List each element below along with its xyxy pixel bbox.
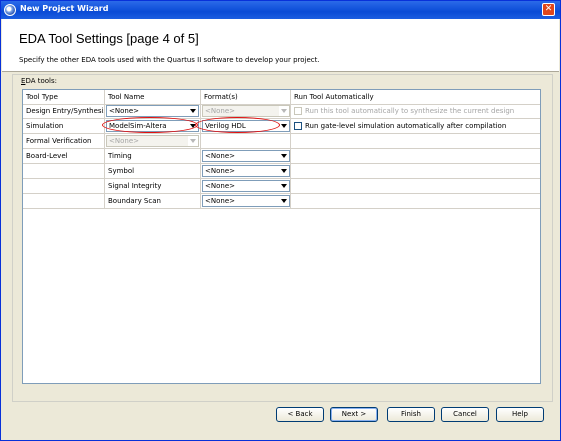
tool-type-cell: Design Entry/Synthesis [23, 104, 105, 118]
tool-type-cell [23, 194, 105, 208]
table-row: Signal Integrity <None> [23, 179, 540, 194]
format-value: <None> [205, 167, 235, 175]
next-button[interactable]: Next > [330, 407, 378, 422]
eda-tools-label: EDA tools: [21, 77, 57, 85]
close-button[interactable]: ✕ [542, 3, 555, 16]
column-header-tool-type: Tool Type [23, 90, 105, 104]
cancel-button[interactable]: Cancel [441, 407, 489, 422]
wizard-header: EDA Tool Settings [page 4 of 5] Specify … [2, 19, 559, 72]
tool-type-cell [23, 179, 105, 193]
new-project-wizard-window: New Project Wizard ✕ EDA Tool Settings [… [0, 0, 561, 441]
chevron-down-icon[interactable] [279, 166, 289, 176]
format-dropdown[interactable]: <None> [202, 150, 290, 162]
column-header-formats: Format(s) [201, 90, 291, 104]
table-row: Symbol <None> [23, 164, 540, 179]
finish-button[interactable]: Finish [387, 407, 435, 422]
tool-type-cell: Simulation [23, 119, 105, 133]
quartus-app-icon [4, 4, 16, 16]
column-header-run-tool: Run Tool Automatically [291, 90, 540, 104]
column-header-tool-name: Tool Name [105, 90, 201, 104]
chevron-down-icon[interactable] [279, 121, 289, 131]
table-row: Design Entry/Synthesis <None> <None> Run… [23, 104, 540, 119]
tool-name-cell: Boundary Scan [105, 194, 201, 208]
format-dropdown[interactable]: <None> [202, 105, 290, 117]
tool-name-cell: Symbol [105, 164, 201, 178]
format-dropdown[interactable]: <None> [202, 195, 290, 207]
tool-type-cell: Board-Level [23, 149, 105, 163]
chevron-down-icon[interactable] [279, 151, 289, 161]
run-automatically-checkbox[interactable] [294, 107, 302, 115]
highlight-ellipse-tool [102, 117, 198, 133]
run-automatically-label: Run gate-level simulation automatically … [305, 122, 507, 130]
highlight-ellipse-format [195, 117, 280, 133]
tool-name-cell: Timing [105, 149, 201, 163]
eda-tools-table: Tool Type Tool Name Format(s) Run Tool A… [22, 89, 541, 384]
tool-name-value: <None> [109, 137, 139, 145]
back-button[interactable]: < Back [276, 407, 324, 422]
table-row: Boundary Scan <None> [23, 194, 540, 209]
run-automatically-checkbox[interactable] [294, 122, 302, 130]
chevron-down-icon [279, 106, 289, 116]
format-value: <None> [205, 107, 235, 115]
help-button[interactable]: Help [496, 407, 544, 422]
chevron-down-icon[interactable] [188, 106, 198, 116]
tool-name-value: <None> [109, 107, 139, 115]
table-row: Formal Verification <None> [23, 134, 540, 149]
tool-type-cell: Formal Verification [23, 134, 105, 148]
page-title: EDA Tool Settings [page 4 of 5] [19, 31, 199, 46]
chevron-down-icon [188, 136, 198, 146]
chevron-down-icon[interactable] [279, 196, 289, 206]
close-icon: ✕ [544, 4, 553, 14]
eda-tools-label-rest: DA tools: [25, 77, 57, 85]
window-title: New Project Wizard [20, 4, 109, 13]
format-dropdown[interactable]: <None> [202, 165, 290, 177]
tool-name-dropdown[interactable]: <None> [106, 105, 199, 117]
table-header-row: Tool Type Tool Name Format(s) Run Tool A… [23, 90, 540, 105]
page-description: Specify the other EDA tools used with th… [19, 56, 320, 64]
table-row: Simulation ModelSim-Altera Verilog HDL R… [23, 119, 540, 134]
title-bar[interactable]: New Project Wizard ✕ [1, 1, 560, 19]
tool-name-cell: Signal Integrity [105, 179, 201, 193]
format-dropdown[interactable]: <None> [202, 180, 290, 192]
tool-name-dropdown[interactable]: <None> [106, 135, 199, 147]
table-row: Board-Level Timing <None> [23, 149, 540, 164]
format-value: <None> [205, 152, 235, 160]
run-automatically-label: Run this tool automatically to synthesiz… [305, 107, 515, 115]
format-value: <None> [205, 197, 235, 205]
chevron-down-icon[interactable] [279, 181, 289, 191]
tool-type-cell [23, 164, 105, 178]
format-value: <None> [205, 182, 235, 190]
